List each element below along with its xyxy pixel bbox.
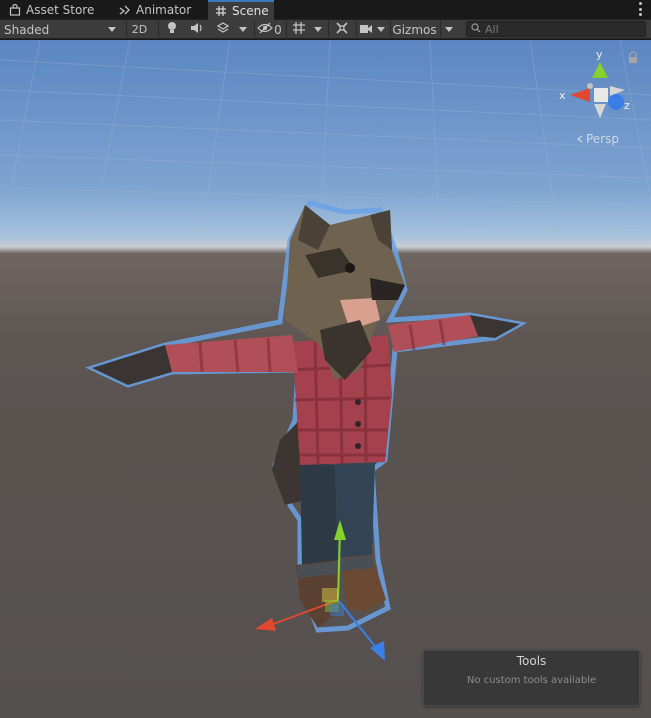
- grid-dropdown[interactable]: [310, 20, 326, 39]
- scene-canvas: y x z: [0, 40, 651, 661]
- grid-snap-icon: [292, 21, 306, 38]
- chevron-down-icon: [108, 27, 116, 32]
- scene-toolbar: Shaded 2D 0 Gizmos All: [0, 20, 651, 39]
- scene-viewport[interactable]: y x z Persp Tools No custom tools availa…: [0, 40, 651, 718]
- orientation-gizmo[interactable]: [570, 62, 625, 118]
- effects-toggle[interactable]: [210, 20, 236, 39]
- tab-label: Asset Store: [26, 3, 95, 17]
- shading-mode-value: Shaded: [4, 22, 50, 37]
- camera-icon: [359, 23, 373, 37]
- tab-asset-store[interactable]: Asset Store: [2, 0, 106, 20]
- audio-toggle[interactable]: [184, 20, 210, 39]
- projection-label: Persp: [586, 132, 619, 146]
- camera-button[interactable]: [356, 20, 374, 39]
- hidden-objects-toggle[interactable]: 0: [254, 20, 284, 39]
- tab-scene[interactable]: Scene: [208, 0, 274, 20]
- eye-hidden-icon: [257, 22, 274, 37]
- effects-dropdown[interactable]: [236, 20, 250, 39]
- character-model: [85, 200, 528, 633]
- tab-bar: Asset Store Animator Scene: [0, 0, 651, 20]
- search-input[interactable]: [485, 22, 635, 36]
- tab-label: Animator: [136, 3, 192, 17]
- lighting-toggle[interactable]: [158, 20, 184, 39]
- toggle-2d-button[interactable]: 2D: [126, 20, 152, 39]
- tools-overlay-subtitle: No custom tools available: [466, 675, 597, 686]
- tools-overlay: Tools No custom tools available: [423, 650, 640, 706]
- gizmos-button[interactable]: Gizmos: [390, 20, 438, 39]
- grid-icon: [214, 4, 228, 18]
- chevron-left-icon: [576, 132, 584, 146]
- speaker-icon: [190, 22, 204, 37]
- camera-dropdown[interactable]: [374, 20, 388, 39]
- chevron-down-icon: [377, 27, 385, 32]
- chevron-down-icon: [314, 27, 322, 32]
- gizmo-z-label: z: [624, 99, 630, 112]
- toggle-2d-label: 2D: [131, 23, 148, 36]
- animator-icon: [118, 3, 132, 17]
- chevron-down-icon: [239, 27, 247, 32]
- more-options-icon[interactable]: [637, 2, 643, 16]
- lock-icon[interactable]: [629, 51, 637, 63]
- hidden-count: 0: [274, 22, 282, 37]
- scene-grid: [0, 40, 651, 246]
- chevron-down-icon: [444, 27, 453, 32]
- gizmo-x-label: x: [559, 89, 566, 102]
- search-icon: [471, 22, 481, 36]
- tools-toggle[interactable]: [328, 20, 354, 39]
- tools-overlay-title: Tools: [516, 654, 547, 668]
- gizmos-label: Gizmos: [392, 22, 437, 37]
- gizmo-y-label: y: [596, 48, 603, 61]
- shading-mode-dropdown[interactable]: Shaded: [0, 20, 122, 39]
- tab-animator[interactable]: Animator: [112, 0, 204, 20]
- gizmos-dropdown[interactable]: [440, 20, 456, 39]
- tools-icon: [335, 21, 349, 38]
- scene-search[interactable]: [466, 21, 646, 37]
- bag-icon: [8, 3, 22, 17]
- grid-toggle[interactable]: [286, 20, 310, 39]
- tab-label: Scene: [232, 4, 269, 18]
- layers-icon: [216, 21, 230, 38]
- lightbulb-icon: [166, 21, 178, 38]
- projection-toggle[interactable]: Persp: [576, 132, 619, 146]
